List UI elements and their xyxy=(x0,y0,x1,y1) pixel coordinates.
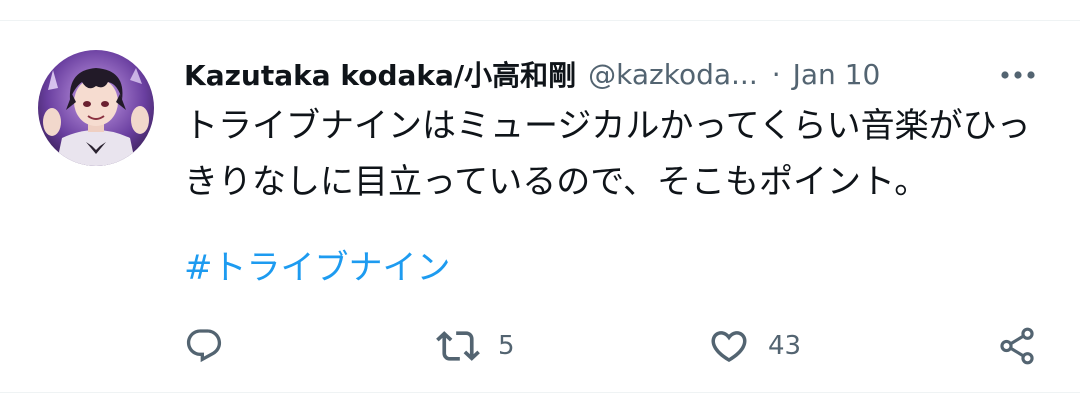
tweet-text: トライブナインはミュージカルかってくらい音楽がひっきりなしに目立っているので、そ… xyxy=(184,106,1031,202)
like-count: 43 xyxy=(768,331,802,361)
share-button[interactable] xyxy=(996,318,1038,374)
retweet-button[interactable]: 5 xyxy=(436,318,515,374)
reply-button[interactable] xyxy=(184,318,242,374)
reply-icon xyxy=(186,329,222,363)
tweet-header: Kazutaka kodaka/小高和剛 @kazkoda... · Jan 1… xyxy=(184,52,1044,96)
separator-dot: · xyxy=(771,57,781,91)
more-options-button[interactable] xyxy=(996,60,1040,90)
retweet-count: 5 xyxy=(498,331,515,361)
hashtag-link[interactable]: #トライブナイン xyxy=(184,240,451,296)
heart-icon xyxy=(711,331,747,363)
share-icon xyxy=(1000,327,1034,365)
like-button[interactable]: 43 xyxy=(708,318,801,374)
action-bar: 5 43 xyxy=(0,318,1080,374)
top-divider xyxy=(0,20,1080,21)
display-name[interactable]: Kazutaka kodaka/小高和剛 xyxy=(184,54,576,94)
tweet-date[interactable]: Jan 10 xyxy=(793,58,881,91)
retweet-icon xyxy=(436,331,480,361)
more-horizontal-icon xyxy=(1001,71,1035,79)
avatar[interactable] xyxy=(38,50,154,166)
avatar-image xyxy=(38,50,154,166)
user-handle[interactable]: @kazkoda... xyxy=(588,58,758,91)
bottom-divider xyxy=(0,392,1080,393)
tweet-card[interactable]: Kazutaka kodaka/小高和剛 @kazkoda... · Jan 1… xyxy=(0,0,1080,420)
